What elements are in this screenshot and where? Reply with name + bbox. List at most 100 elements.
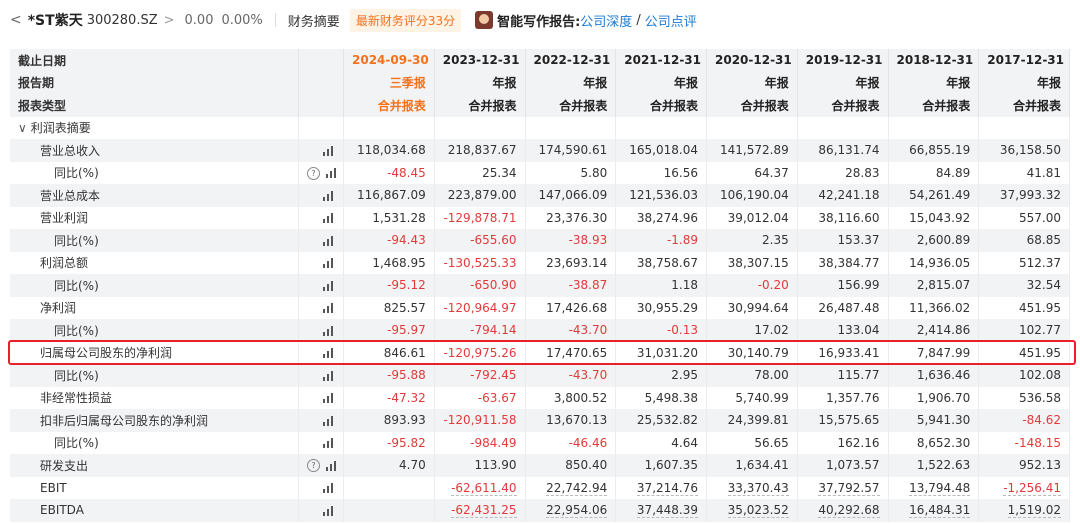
header-cell: 合并报表: [978, 94, 1070, 117]
cell-value: 156.99: [837, 278, 880, 293]
cell-value: 1,636.46: [916, 368, 971, 383]
empty-cell: [434, 116, 526, 139]
table-cell: 13,670.13: [525, 409, 617, 432]
row-icon-cell: [298, 229, 344, 252]
table-cell: 22,742.94: [525, 476, 617, 499]
cell-value: -0.13: [666, 323, 698, 338]
cell-value: 893.93: [383, 413, 426, 428]
table-cell: -792.45: [434, 364, 526, 387]
bar-chart-icon[interactable]: [323, 505, 333, 516]
cell-value: 30,140.79: [727, 345, 789, 360]
table-row: 营业利润 1,531.28 -129,878.71 23,376.30 38,274.9…: [10, 206, 1070, 229]
cell-value: 30,955.29: [636, 300, 698, 315]
header-row: 报告期 三季报 年报 年报 年报 年报 年报 年报 年报: [10, 71, 1070, 94]
company-depth-link[interactable]: 公司深度: [580, 11, 632, 30]
chevron-right-icon[interactable]: >: [164, 13, 175, 28]
cell-value: 162.16: [837, 435, 880, 450]
table-cell: 153.37: [797, 229, 889, 252]
cell-value: 22,954.06: [546, 503, 608, 519]
cell-value: 56.65: [754, 435, 789, 450]
table-cell: 17,426.68: [525, 296, 617, 319]
cell-value: -47.32: [387, 390, 426, 405]
table-cell: 2,600.89: [888, 229, 980, 252]
table-cell: -984.49: [434, 431, 526, 454]
table-cell: 23,693.14: [525, 251, 617, 274]
header-icon-cell: [298, 94, 344, 117]
table-row: 同比(%)? -48.45 25.34 5.80 16.56 64.37 28.83 84.8…: [10, 161, 1070, 184]
table-cell: 1,634.41: [706, 454, 798, 477]
cell-value: 37,993.32: [999, 188, 1061, 203]
header-cell: 合并报表: [797, 94, 889, 117]
row-icon-cell: [298, 409, 344, 432]
bar-chart-icon[interactable]: [323, 393, 333, 404]
bar-chart-icon[interactable]: [323, 280, 333, 291]
cell-value: 22,742.94: [546, 480, 608, 496]
cell-value: -43.70: [568, 323, 608, 338]
bar-chart-icon[interactable]: [323, 325, 333, 336]
table-cell: -148.15: [978, 431, 1070, 454]
bar-chart-icon[interactable]: [323, 303, 333, 314]
table-cell: -794.14: [434, 319, 526, 342]
bar-chart-icon[interactable]: [326, 460, 336, 471]
bar-chart-icon[interactable]: [323, 348, 333, 359]
table-cell: 38,307.15: [706, 251, 798, 274]
cell-value: 451.95: [1019, 300, 1061, 315]
bar-chart-icon[interactable]: [323, 190, 333, 201]
table-row: 营业总收入 118,034.68 218,837.67 174,590.61 165,0…: [10, 139, 1070, 162]
table-cell: 116,867.09: [343, 184, 435, 207]
table-cell: 133.04: [797, 319, 889, 342]
bar-chart-icon[interactable]: [323, 145, 333, 156]
table-cell: 952.13: [978, 454, 1070, 477]
score-badge[interactable]: 最新财务评分33分: [349, 8, 462, 32]
table-cell: 41.81: [978, 161, 1070, 184]
table-cell: -63.67: [434, 386, 526, 409]
table-cell: -120,964.97: [434, 296, 526, 319]
table-cell: [343, 476, 435, 499]
back-icon[interactable]: <: [10, 12, 22, 28]
empty-cell: [525, 116, 617, 139]
cell-value: -95.82: [387, 435, 426, 450]
bar-chart-icon[interactable]: [323, 213, 333, 224]
cell-value: 66,855.19: [909, 143, 971, 158]
section-title[interactable]: ∨ 利润表摘要: [10, 116, 299, 139]
company-review-link[interactable]: 公司点评: [645, 11, 697, 30]
table-cell: -1.89: [615, 229, 707, 252]
bar-chart-icon[interactable]: [323, 483, 333, 494]
row-label: 利润总额: [10, 251, 299, 274]
bar-chart-icon[interactable]: [323, 415, 333, 426]
bar-chart-icon[interactable]: [323, 258, 333, 269]
table-cell: 106,190.04: [706, 184, 798, 207]
table-cell: 5,941.30: [888, 409, 980, 432]
help-icon[interactable]: ?: [307, 459, 320, 473]
header-label: 报表类型: [10, 94, 299, 117]
bar-chart-icon[interactable]: [323, 235, 333, 246]
header-cell: 三季报: [343, 71, 435, 94]
cell-value: -62,431.25: [451, 503, 517, 519]
chevron-down-icon[interactable]: ∨: [18, 121, 27, 135]
cell-value: 116,867.09: [357, 188, 426, 203]
help-icon[interactable]: ?: [307, 166, 320, 180]
empty-cell: [797, 116, 889, 139]
header-cell: 2017-12-31: [978, 49, 1070, 72]
cell-value: 84.89: [935, 165, 971, 180]
row-label: 营业总收入: [10, 139, 299, 162]
table-cell: 28.83: [797, 161, 889, 184]
cell-value: 1,906.70: [916, 390, 971, 405]
section-row[interactable]: ∨ 利润表摘要: [10, 116, 1070, 139]
header-cell: 年报: [978, 71, 1070, 94]
cell-value: -120,964.97: [443, 300, 517, 315]
table-cell: 451.95: [978, 341, 1070, 364]
bar-chart-icon[interactable]: [326, 168, 336, 179]
bar-chart-icon[interactable]: [323, 438, 333, 449]
cell-value: 32.54: [1026, 278, 1061, 293]
header-label: 截止日期: [10, 49, 299, 72]
cell-value: -1.89: [666, 233, 698, 248]
table-row: 扣非后归属母公司股东的净利润 893.93 -120,911.58 13,670.13…: [10, 409, 1070, 432]
table-cell: 2.35: [706, 229, 798, 252]
table-cell: 118,034.68: [343, 139, 435, 162]
bar-chart-icon[interactable]: [323, 370, 333, 381]
table-cell: 42,241.18: [797, 184, 889, 207]
cell-value: -650.90: [470, 278, 517, 293]
table-cell: 8,652.30: [888, 431, 980, 454]
table-cell: -95.82: [343, 431, 435, 454]
